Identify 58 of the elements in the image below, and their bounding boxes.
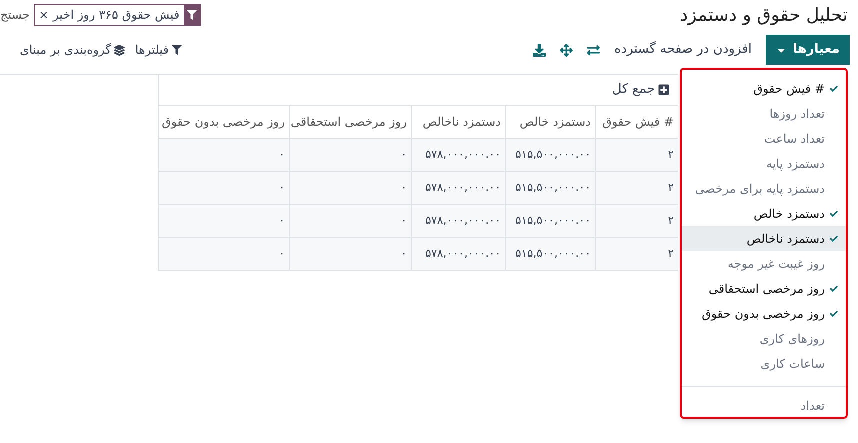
filter-icon [172,45,182,55]
flip-axis-icon[interactable] [587,44,600,56]
measure-item[interactable]: دستمزد خالص [682,201,846,226]
table-cell: ۵۱۵,۵۰۰,۰۰۰.۰۰ [505,238,595,270]
search-field[interactable]: جستج [0,6,30,24]
table-cell: ۵۷۸,۰۰۰,۰۰۰.۰۰ [411,139,505,171]
table-cell: ۵۱۵,۵۰۰,۰۰۰.۰۰ [505,139,595,171]
column-header[interactable]: روز مرخصی بدون حقوق [158,106,289,138]
check-icon [830,284,838,292]
download-icon[interactable] [533,44,546,56]
remove-facet-button[interactable]: × [35,6,50,24]
column-header[interactable]: # فیش حقوق [595,106,678,138]
column-header[interactable]: دستمزد خالص [505,106,595,138]
check-icon [830,84,838,92]
table-cell: ۰ [158,139,289,171]
column-header[interactable]: روز مرخصی استحقاقی [289,106,411,138]
total-header[interactable]: جمع کل [158,75,678,106]
expand-icon[interactable] [560,44,574,56]
table-cell: ۵۱۵,۵۰۰,۰۰۰.۰۰ [505,172,595,204]
table-cell: ۲ [595,238,678,270]
measure-item[interactable]: تعداد روزها [682,101,846,126]
table-cell: ۲ [595,139,678,171]
check-icon [830,310,838,318]
table-cell: ۲ [595,205,678,237]
check-icon [830,234,838,242]
table-cell: ۰ [289,139,411,171]
measure-item[interactable]: تعداد ساعت [682,126,846,151]
total-label: جمع کل [612,81,655,100]
table-cell: ۰ [158,172,289,204]
measure-item[interactable]: روز غیبت غیر موجه [682,251,846,276]
table-cell: ۰ [289,205,411,237]
table-cell: ۰ [158,205,289,237]
check-icon [830,210,838,218]
insert-spreadsheet-link[interactable]: افزودن در صفحه گسترده [614,40,752,60]
measure-item[interactable]: دستمزد پایه برای مرخصی [682,176,846,201]
table-cell: ۵۱۵,۵۰۰,۰۰۰.۰۰ [505,205,595,237]
measure-item[interactable]: دستمزد ناخالص [682,226,846,251]
column-header[interactable]: دستمزد ناخالص [411,106,505,138]
page-title: تحلیل حقوق و دستمزد [680,4,848,28]
table-cell: ۵۷۸,۰۰۰,۰۰۰.۰۰ [411,172,505,204]
table-cell: ۵۷۸,۰۰۰,۰۰۰.۰۰ [411,205,505,237]
measure-item[interactable]: روزهای کاری [682,326,846,351]
table-cell: ۰ [158,238,289,270]
group-by-button[interactable]: گروه‌بندی بر مبنای [20,41,126,59]
table-cell: ۵۷۸,۰۰۰,۰۰۰.۰۰ [411,238,505,270]
table-cell: ۰ [289,238,411,270]
measure-item[interactable]: دستمزد پایه [682,151,846,176]
facet-label: فیش حقوق ۳۶۵ روز اخیر [52,7,181,24]
layers-icon [114,44,126,56]
filters-button[interactable]: فیلترها [135,41,182,59]
measure-item[interactable]: ساعات کاری [682,351,846,376]
table-cell: ۰ [289,172,411,204]
measure-item[interactable]: روز مرخصی استحقاقی [682,276,846,301]
measure-item[interactable]: # فیش حقوق [682,76,846,101]
measure-item[interactable]: تعداد [682,393,846,418]
table-cell: ۲ [595,172,678,204]
measures-button[interactable]: معیارها [766,35,850,65]
measure-item[interactable]: روز مرخصی بدون حقوق [682,301,846,326]
